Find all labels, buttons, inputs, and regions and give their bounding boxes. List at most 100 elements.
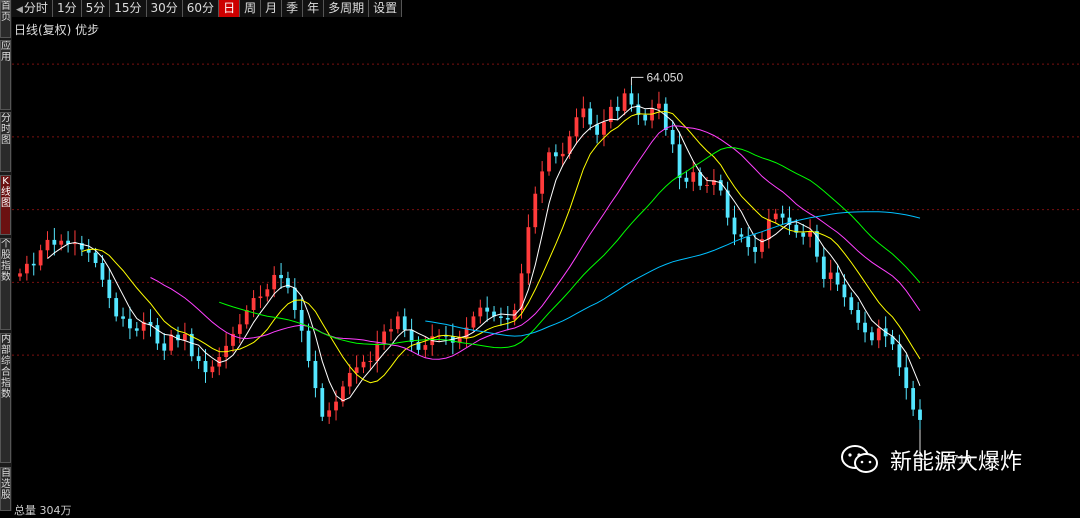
candle-body-11 xyxy=(93,252,98,264)
triangle-left-icon: ◀ xyxy=(16,5,23,15)
candle-body-54 xyxy=(389,329,393,332)
candle-body-129 xyxy=(904,367,909,389)
candle-body-81 xyxy=(574,117,579,137)
candle-body-1 xyxy=(24,263,29,274)
period-label: 5分 xyxy=(85,1,106,15)
candle-body-48 xyxy=(347,372,352,387)
candle-body-105 xyxy=(739,234,744,237)
candle-body-50 xyxy=(361,361,366,368)
watermark-text: 新能源大爆炸 xyxy=(890,450,1023,475)
candle-body-27 xyxy=(203,360,208,373)
candle-body-6 xyxy=(59,240,64,245)
candle-body-33 xyxy=(244,310,249,325)
candle-body-15 xyxy=(121,316,125,319)
candle-body-93 xyxy=(657,103,661,109)
high-label: 64.050 xyxy=(646,70,683,84)
candle-body-12 xyxy=(100,263,105,280)
candle-body-96 xyxy=(677,144,682,178)
period-label: 多周期 xyxy=(328,1,365,15)
candle-body-41 xyxy=(299,310,304,331)
candle-body-83 xyxy=(588,108,593,125)
period-button-6[interactable]: 日 xyxy=(219,0,241,17)
side-tab-6[interactable]: 自选股 xyxy=(0,467,11,511)
period-label: 30分 xyxy=(150,1,178,15)
bottom-status: 总量 304万 xyxy=(14,504,72,517)
candle-body-4 xyxy=(45,239,50,251)
candle-body-107 xyxy=(753,247,758,252)
candle-body-91 xyxy=(643,114,648,121)
candle-body-87 xyxy=(615,106,620,111)
candle-body-70 xyxy=(499,316,503,318)
candle-body-104 xyxy=(732,217,737,235)
candle-body-111 xyxy=(780,213,785,218)
candle-body-118 xyxy=(828,272,833,279)
period-button-8[interactable]: 月 xyxy=(261,0,283,17)
kline-chart[interactable]: 64.05013.710 xyxy=(12,36,1080,498)
candle-body-13 xyxy=(107,279,112,299)
candle-body-24 xyxy=(182,333,187,341)
candle-body-78 xyxy=(553,152,558,157)
period-button-2[interactable]: 5分 xyxy=(81,0,111,17)
period-button-5[interactable]: 60分 xyxy=(182,0,220,17)
candle-body-38 xyxy=(279,274,283,279)
candle-body-68 xyxy=(485,307,490,312)
period-label: 1分 xyxy=(56,1,77,15)
candle-body-82 xyxy=(581,108,586,118)
period-button-9[interactable]: 季 xyxy=(282,0,304,17)
candle-body-103 xyxy=(725,190,730,218)
candle-body-22 xyxy=(169,334,174,351)
candle-body-14 xyxy=(114,298,119,317)
period-button-3[interactable]: 15分 xyxy=(110,0,147,17)
side-tab-1[interactable]: 应用 xyxy=(0,40,11,110)
candle-body-43 xyxy=(313,360,318,389)
side-tab-4[interactable]: 个股指数 xyxy=(0,238,11,330)
candle-body-98 xyxy=(691,172,696,182)
period-button-1[interactable]: 1分 xyxy=(52,0,82,17)
side-tab-3[interactable]: K线图 xyxy=(0,175,11,235)
candle-body-40 xyxy=(292,287,297,311)
period-button-0[interactable]: ◀分时 xyxy=(12,0,53,17)
candle-body-125 xyxy=(876,328,881,341)
candle-body-114 xyxy=(801,232,806,237)
period-label: 分时 xyxy=(23,1,48,15)
period-button-7[interactable]: 周 xyxy=(240,0,262,17)
period-button-11[interactable]: 多周期 xyxy=(324,0,370,17)
period-button-12[interactable]: 设置 xyxy=(369,0,403,17)
candle-body-55 xyxy=(395,316,400,330)
period-label: 设置 xyxy=(373,1,398,15)
high-marker xyxy=(630,76,644,86)
period-label: 年 xyxy=(307,1,320,15)
candle-body-52 xyxy=(375,343,380,361)
candle-body-20 xyxy=(155,325,160,344)
period-button-4[interactable]: 30分 xyxy=(146,0,183,17)
period-label: 60分 xyxy=(186,1,215,15)
candle-body-119 xyxy=(835,272,840,285)
candle-body-34 xyxy=(251,298,256,311)
period-label: 季 xyxy=(286,1,299,15)
side-tab-2[interactable]: 分时图 xyxy=(0,112,11,172)
side-tab-5[interactable]: 内部综合指数 xyxy=(0,333,11,463)
candle-body-71 xyxy=(505,317,510,320)
period-toolbar: ◀分时 1分 5分 15分 30分 60分日周月季年多周期 设置 xyxy=(12,0,403,18)
candle-body-89 xyxy=(629,93,634,105)
side-tab-0[interactable]: 首页 xyxy=(0,0,11,38)
side-tab-strip: 首页 应用分时图 K线图个股指数内部综合指数自选股 xyxy=(0,0,12,511)
candle-body-26 xyxy=(196,356,201,361)
period-button-10[interactable]: 年 xyxy=(303,0,325,17)
candle-body-5 xyxy=(52,239,57,245)
candle-body-124 xyxy=(870,332,874,341)
candle-body-128 xyxy=(897,344,902,368)
ma20-line xyxy=(150,125,921,360)
candle-body-21 xyxy=(162,343,167,351)
candle-body-85 xyxy=(602,122,606,135)
candle-body-44 xyxy=(320,388,325,417)
candle-body-45 xyxy=(327,410,332,417)
candle-body-16 xyxy=(128,318,132,329)
period-label: 15分 xyxy=(114,1,142,15)
ma10-line xyxy=(81,110,921,384)
candle-body-75 xyxy=(533,193,538,228)
watermark: 新能源大爆炸 xyxy=(840,444,1022,476)
wechat-icon xyxy=(841,445,878,473)
candle-body-131 xyxy=(918,409,922,420)
candle-body-49 xyxy=(354,367,359,373)
